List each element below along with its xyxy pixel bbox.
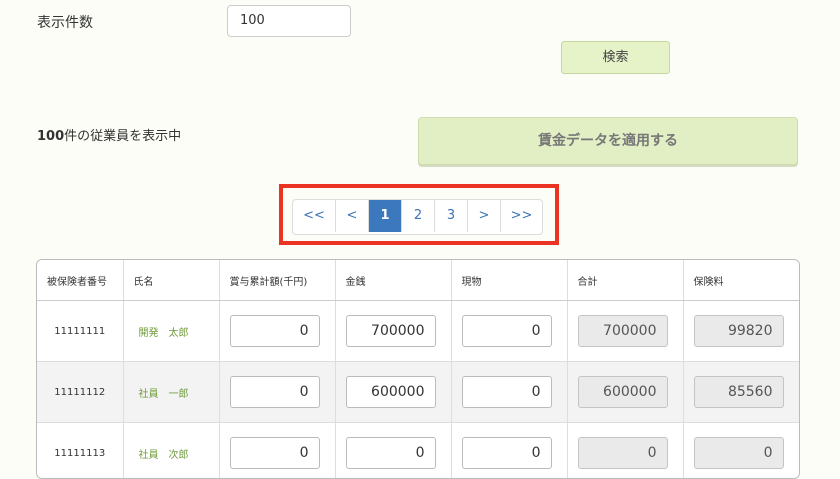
pagination-page-3[interactable]: 3 [435,200,468,232]
pagination-prev[interactable]: < [336,200,369,232]
in-kind-input[interactable]: 0 [462,376,552,408]
status-suffix: 件の従業員を表示中 [64,129,181,144]
cash-input[interactable]: 0 [346,437,436,469]
pagination: << < 1 2 3 > >> [292,199,543,235]
display-count-input[interactable]: 100 [227,5,351,37]
apply-wage-data-button[interactable]: 賃金データを適用する [418,117,798,165]
in-kind-input[interactable]: 0 [462,437,552,469]
header-total: 合計 [567,260,683,301]
header-insured-number: 被保険者番号 [37,260,123,301]
cash-input[interactable]: 600000 [346,376,436,408]
cash-input[interactable]: 700000 [346,315,436,347]
display-count-label: 表示件数 [37,12,93,32]
header-premium: 保険料 [683,260,799,301]
pagination-page-1[interactable]: 1 [369,200,402,232]
pagination-next[interactable]: > [468,200,501,232]
pagination-page-2[interactable]: 2 [402,200,435,232]
premium-field: 99820 [694,315,784,347]
insured-number: 11111111 [37,301,123,362]
table-row: 11111112 社員 一郎 0 600000 0 600000 85560 [37,362,799,423]
status-count: 100 [37,129,64,144]
bonus-input[interactable]: 0 [230,437,320,469]
header-bonus-total: 賞与累計額(千円) [219,260,335,301]
pagination-first[interactable]: << [293,200,336,232]
employee-name: 開発 太郎 [123,301,219,362]
premium-field: 0 [694,437,784,469]
status-text: 100件の従業員を表示中 [37,125,181,144]
premium-field: 85560 [694,376,784,408]
employee-name: 社員 一郎 [123,362,219,423]
in-kind-input[interactable]: 0 [462,315,552,347]
total-field: 600000 [578,376,668,408]
employee-name: 社員 次郎 [123,423,219,479]
employee-table: 被保険者番号 氏名 賞与累計額(千円) 金銭 現物 合計 保険料 1111111… [36,259,800,479]
bonus-input[interactable]: 0 [230,315,320,347]
total-field: 700000 [578,315,668,347]
header-name: 氏名 [123,260,219,301]
insured-number: 11111112 [37,362,123,423]
bonus-input[interactable]: 0 [230,376,320,408]
table-row: 11111113 社員 次郎 0 0 0 0 0 [37,423,799,479]
total-field: 0 [578,437,668,469]
insured-number: 11111113 [37,423,123,479]
header-in-kind: 現物 [451,260,567,301]
header-cash: 金銭 [335,260,451,301]
table-row: 11111111 開発 太郎 0 700000 0 700000 99820 [37,301,799,362]
pagination-last[interactable]: >> [501,200,542,232]
search-button[interactable]: 検索 [561,41,670,74]
